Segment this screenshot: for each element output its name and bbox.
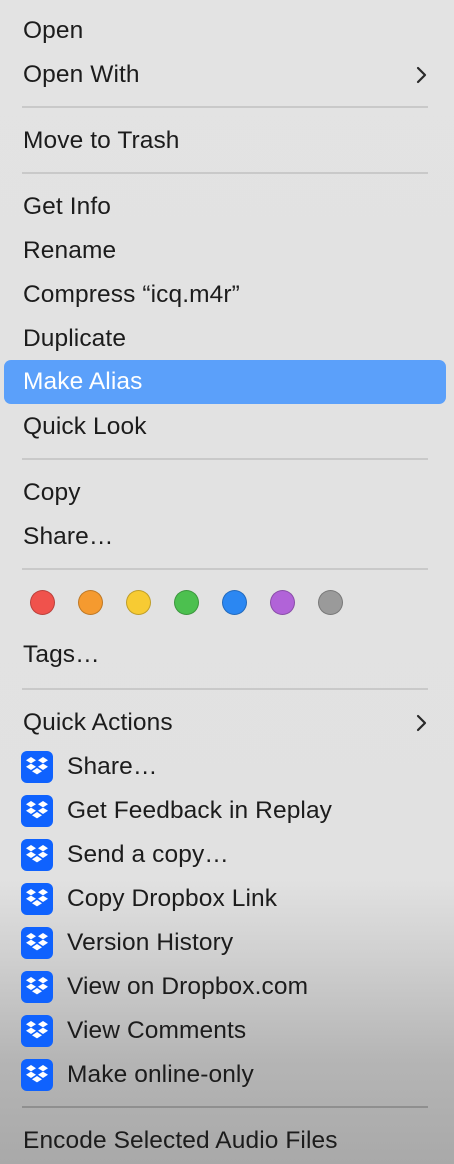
menu-item-label: Share… — [67, 753, 158, 780]
menu-item-move-to-trash[interactable]: Move to Trash — [4, 119, 446, 163]
menu-item-label: Version History — [67, 929, 234, 956]
menu-item-label: Copy — [23, 479, 81, 506]
menu-separator — [22, 1106, 428, 1108]
chevron-right-icon — [416, 714, 427, 732]
menu-item-label: Open With — [23, 61, 140, 88]
menu-item-encode-audio[interactable]: Encode Selected Audio Files — [4, 1119, 446, 1163]
menu-item-open[interactable]: Open — [4, 9, 446, 53]
menu-item-send-a-copy[interactable]: Send a copy… — [4, 833, 446, 877]
tag-orange-dot[interactable] — [78, 590, 103, 615]
dropbox-icon — [21, 751, 53, 783]
dropbox-icon — [21, 927, 53, 959]
tag-red-dot[interactable] — [30, 590, 55, 615]
menu-item-duplicate[interactable]: Duplicate — [4, 317, 446, 361]
menu-item-label: Get Feedback in Replay — [67, 797, 333, 824]
menu-item-label: Encode Selected Audio Files — [23, 1127, 338, 1154]
menu-item-label: Rename — [23, 237, 117, 264]
dropbox-icon — [21, 839, 53, 871]
menu-item-label: Open — [23, 17, 84, 44]
tag-green-dot[interactable] — [174, 590, 199, 615]
dropbox-icon — [21, 795, 53, 827]
menu-item-quick-look[interactable]: Quick Look — [4, 405, 446, 449]
tag-yellow-dot[interactable] — [126, 590, 151, 615]
menu-item-label: Move to Trash — [23, 127, 180, 154]
dropbox-icon — [21, 971, 53, 1003]
menu-item-label: Copy Dropbox Link — [67, 885, 278, 912]
menu-item-label: Send a copy… — [67, 841, 229, 868]
menu-item-make-alias[interactable]: Make Alias — [4, 360, 446, 404]
menu-item-label: View Comments — [67, 1017, 247, 1044]
menu-item-label: Quick Look — [23, 413, 147, 440]
menu-item-version-history[interactable]: Version History — [4, 921, 446, 965]
menu-separator — [22, 688, 428, 690]
menu-item-label: View on Dropbox.com — [67, 973, 309, 1000]
menu-item-get-info[interactable]: Get Info — [4, 185, 446, 229]
menu-item-open-with[interactable]: Open With — [4, 53, 446, 97]
dropbox-icon — [21, 883, 53, 915]
menu-separator — [22, 458, 428, 460]
menu-item-copy[interactable]: Copy — [4, 471, 446, 515]
menu-item-share[interactable]: Share… — [4, 515, 446, 559]
menu-item-tags[interactable]: Tags… — [4, 633, 446, 677]
menu-item-view-comments[interactable]: View Comments — [4, 1009, 446, 1053]
menu-item-label: Get Info — [23, 193, 111, 220]
menu-item-label: Duplicate — [23, 325, 127, 352]
menu-item-view-on-dropbox[interactable]: View on Dropbox.com — [4, 965, 446, 1009]
menu-item-label: Quick Actions — [23, 709, 173, 736]
menu-item-compress[interactable]: Compress “icq.m4r” — [4, 273, 446, 317]
dropbox-icon — [21, 1059, 53, 1091]
chevron-right-icon — [416, 66, 427, 84]
tag-color-row — [30, 590, 430, 620]
menu-item-label: Compress “icq.m4r” — [23, 281, 240, 308]
menu-item-make-online-only[interactable]: Make online-only — [4, 1053, 446, 1097]
menu-item-rename[interactable]: Rename — [4, 229, 446, 273]
menu-separator — [22, 568, 428, 570]
menu-item-label: Make Alias — [23, 368, 143, 395]
menu-item-dropbox-share[interactable]: Share… — [4, 745, 446, 789]
menu-item-get-feedback-in-replay[interactable]: Get Feedback in Replay — [4, 789, 446, 833]
menu-item-label: Make online-only — [67, 1061, 254, 1088]
menu-separator — [22, 172, 428, 174]
context-menu: Open Open With Move to Trash Get Info Re… — [0, 0, 454, 1164]
tag-blue-dot[interactable] — [222, 590, 247, 615]
menu-item-label: Tags… — [23, 641, 100, 668]
tag-purple-dot[interactable] — [270, 590, 295, 615]
menu-separator — [22, 106, 428, 108]
menu-item-quick-actions[interactable]: Quick Actions — [4, 701, 446, 745]
dropbox-icon — [21, 1015, 53, 1047]
menu-item-label: Share… — [23, 523, 114, 550]
tag-gray-dot[interactable] — [318, 590, 343, 615]
menu-item-copy-dropbox-link[interactable]: Copy Dropbox Link — [4, 877, 446, 921]
